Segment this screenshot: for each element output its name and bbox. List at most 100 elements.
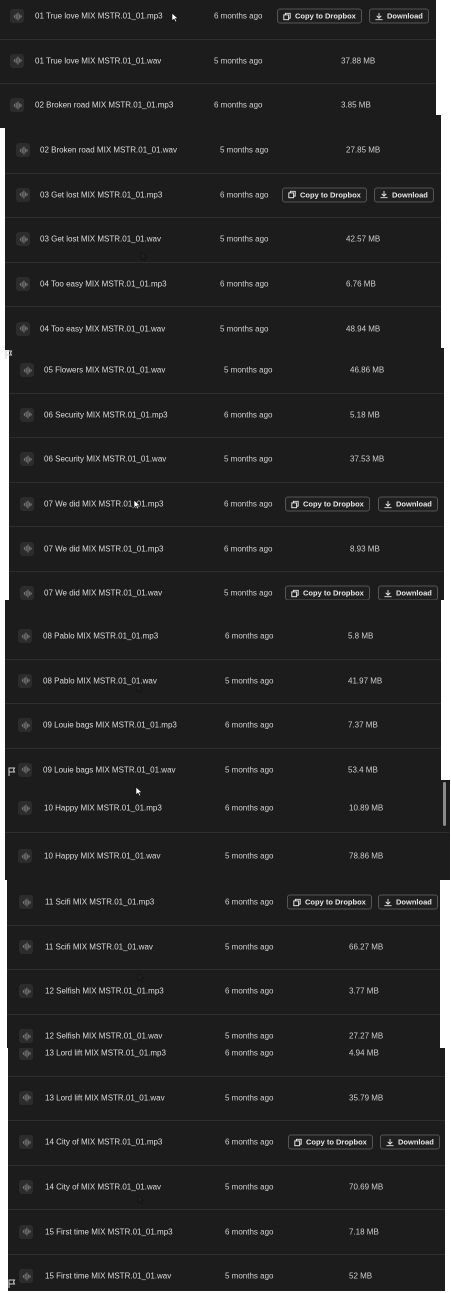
- file-name[interactable]: 13 Lord lift MIX MSTR.01_01.mp3: [45, 1049, 166, 1058]
- file-size: 48.94 MB: [346, 324, 381, 334]
- file-size: 53.4 MB: [348, 765, 378, 775]
- file-row[interactable]: 13 Lord lift MIX MSTR.01_01.wav 5 months …: [8, 1076, 445, 1122]
- file-name[interactable]: 07 We did MIX MSTR.01_01.wav: [44, 589, 162, 598]
- file-row[interactable]: 05 Flowers MIX MSTR.01_01.wav 5 months ag…: [9, 348, 444, 394]
- file-modified: 5 months ago: [225, 676, 274, 686]
- mouse-cursor-icon: [137, 970, 145, 983]
- audio-waveform-icon: [10, 9, 24, 24]
- file-row[interactable]: 06 Security MIX MSTR.01_01.mp3 6 months a…: [9, 393, 444, 439]
- copy-to-dropbox-label: Copy to Dropbox: [300, 190, 361, 200]
- copy-to-dropbox-button[interactable]: Copy to Dropbox: [277, 8, 362, 24]
- file-row[interactable]: 14 City of MIX MSTR.01_01.mp3 6 months ag…: [8, 1120, 445, 1166]
- file-name[interactable]: 14 City of MIX MSTR.01_01.mp3: [45, 1138, 162, 1147]
- file-size: 10.89 MB: [349, 803, 384, 813]
- file-name[interactable]: 02 Broken road MIX MSTR.01_01.wav: [40, 146, 177, 155]
- audio-waveform-icon: [18, 801, 32, 815]
- download-icon: [386, 1138, 398, 1147]
- download-button[interactable]: Download: [380, 1134, 440, 1150]
- file-name[interactable]: 09 Louie bags MIX MSTR.01_01.wav: [43, 765, 176, 774]
- copy-to-dropbox-button[interactable]: Copy to Dropbox: [282, 187, 367, 203]
- file-size: 7.37 MB: [348, 720, 378, 730]
- file-row[interactable]: 01 True love MIX MSTR.01_01.mp3 6 months …: [0, 0, 436, 40]
- download-button[interactable]: Download: [378, 894, 438, 910]
- file-row[interactable]: 07 We did MIX MSTR.01_01.mp3 6 months ago…: [9, 482, 444, 528]
- audio-waveform-icon: [19, 1090, 33, 1105]
- file-name[interactable]: 09 Louie bags MIX MSTR.01_01.mp3: [43, 721, 177, 730]
- download-button[interactable]: Download: [369, 8, 429, 24]
- file-name[interactable]: 10 Happy MIX MSTR.01_01.wav: [44, 852, 161, 861]
- file-name[interactable]: 03 Get lost MIX MSTR.01_01.mp3: [40, 190, 162, 199]
- file-list-panel: 11 Scifi MIX MSTR.01_01.mp3 6 months ago C…: [7, 880, 440, 1048]
- flag-icon: [5, 346, 13, 359]
- download-button[interactable]: Download: [374, 187, 434, 203]
- file-row[interactable]: 14 City of MIX MSTR.01_01.wav 5 months ag…: [8, 1165, 445, 1211]
- file-row[interactable]: 11 Scifi MIX MSTR.01_01.mp3 6 months ago C…: [7, 880, 440, 926]
- file-name[interactable]: 01 True love MIX MSTR.01_01.mp3: [35, 12, 163, 21]
- file-row[interactable]: 15 First time MIX MSTR.01_01.mp3 6 months…: [8, 1209, 445, 1255]
- file-name[interactable]: 04 Too easy MIX MSTR.01_01.wav: [40, 324, 165, 333]
- file-row[interactable]: 07 We did MIX MSTR.01_01.wav 5 months ago…: [9, 571, 444, 600]
- file-row[interactable]: 01 True love MIX MSTR.01_01.wav 5 months …: [0, 39, 436, 84]
- file-row[interactable]: 08 Pablo MIX MSTR.01_01.mp3 6 months ago 5…: [5, 614, 441, 660]
- copy-icon: [291, 589, 303, 597]
- file-row[interactable]: 10 Happy MIX MSTR.01_01.mp3 6 months ago 1…: [5, 784, 450, 833]
- file-modified: 6 months ago: [225, 631, 274, 641]
- file-row[interactable]: 07 We did MIX MSTR.01_01.mp3 6 months ago…: [9, 526, 444, 572]
- file-modified: 5 months ago: [224, 365, 273, 375]
- file-name[interactable]: 11 Scifi MIX MSTR.01_01.wav: [45, 942, 153, 951]
- file-name[interactable]: 05 Flowers MIX MSTR.01_01.wav: [44, 366, 165, 375]
- file-row[interactable]: 12 Selfish MIX MSTR.01_01.wav 5 months ag…: [7, 1014, 440, 1048]
- file-row[interactable]: 13 Lord lift MIX MSTR.01_01.mp3 6 months …: [8, 1048, 445, 1077]
- audio-waveform-icon: [20, 586, 34, 600]
- scrollbar-thumb[interactable]: [443, 782, 446, 826]
- audio-waveform-icon: [19, 1180, 33, 1195]
- file-modified: 5 months ago: [225, 1093, 274, 1103]
- file-row[interactable]: 06 Security MIX MSTR.01_01.wav 5 months a…: [9, 437, 444, 483]
- file-modified: 5 months ago: [224, 588, 273, 598]
- file-row[interactable]: 12 Selfish MIX MSTR.01_01.mp3 6 months ag…: [7, 969, 440, 1015]
- download-button[interactable]: Download: [378, 496, 438, 512]
- file-name[interactable]: 01 True love MIX MSTR.01_01.wav: [35, 56, 161, 65]
- copy-to-dropbox-button[interactable]: Copy to Dropbox: [287, 894, 372, 910]
- file-row[interactable]: 11 Scifi MIX MSTR.01_01.wav 5 months ago 6…: [7, 925, 440, 971]
- file-name[interactable]: 08 Pablo MIX MSTR.01_01.mp3: [43, 632, 158, 641]
- file-name[interactable]: 06 Security MIX MSTR.01_01.mp3: [44, 410, 168, 419]
- file-name[interactable]: 14 City of MIX MSTR.01_01.wav: [45, 1183, 161, 1192]
- file-name[interactable]: 03 Get lost MIX MSTR.01_01.wav: [40, 235, 161, 244]
- mouse-cursor-icon: [171, 10, 179, 23]
- file-modified: 6 months ago: [225, 803, 274, 813]
- file-row[interactable]: 15 First time MIX MSTR.01_01.wav 5 months…: [8, 1254, 445, 1291]
- file-row[interactable]: 10 Happy MIX MSTR.01_01.wav 5 months ago 7…: [5, 832, 450, 880]
- file-name[interactable]: 12 Selfish MIX MSTR.01_01.mp3: [45, 987, 164, 996]
- file-size: 27.27 MB: [349, 1031, 384, 1041]
- file-name[interactable]: 07 We did MIX MSTR.01_01.mp3: [44, 500, 163, 509]
- file-name[interactable]: 15 First time MIX MSTR.01_01.wav: [45, 1272, 171, 1281]
- file-row[interactable]: 09 Louie bags MIX MSTR.01_01.mp3 6 months…: [5, 703, 441, 749]
- file-name[interactable]: 10 Happy MIX MSTR.01_01.mp3: [44, 804, 162, 813]
- file-size: 27.85 MB: [346, 145, 381, 155]
- file-name[interactable]: 12 Selfish MIX MSTR.01_01.wav: [45, 1032, 162, 1041]
- file-name[interactable]: 04 Too easy MIX MSTR.01_01.mp3: [40, 280, 167, 289]
- file-row[interactable]: 02 Broken road MIX MSTR.01_01.wav 5 month…: [5, 128, 441, 174]
- file-name[interactable]: 06 Security MIX MSTR.01_01.wav: [44, 455, 166, 464]
- copy-to-dropbox-button[interactable]: Copy to Dropbox: [288, 1134, 373, 1150]
- file-row[interactable]: 04 Too easy MIX MSTR.01_01.mp3 6 months a…: [5, 262, 441, 308]
- file-size: 78.86 MB: [349, 851, 384, 861]
- file-name[interactable]: 15 First time MIX MSTR.01_01.mp3: [45, 1227, 173, 1236]
- file-row[interactable]: 08 Pablo MIX MSTR.01_01.wav 5 months ago 4…: [5, 659, 441, 704]
- file-row[interactable]: 04 Too easy MIX MSTR.01_01.wav 5 months a…: [5, 306, 441, 350]
- file-modified: 6 months ago: [224, 544, 273, 554]
- audio-waveform-icon: [18, 673, 32, 688]
- file-name[interactable]: 11 Scifi MIX MSTR.01_01.mp3: [45, 898, 154, 907]
- download-button[interactable]: Download: [378, 585, 438, 600]
- audio-waveform-icon: [20, 497, 34, 512]
- file-name[interactable]: 02 Broken road MIX MSTR.01_01.mp3: [35, 101, 173, 110]
- file-row[interactable]: 09 Louie bags MIX MSTR.01_01.wav 5 months…: [5, 748, 441, 781]
- copy-to-dropbox-button[interactable]: Copy to Dropbox: [285, 496, 370, 512]
- file-name[interactable]: 07 We did MIX MSTR.01_01.mp3: [44, 544, 163, 553]
- copy-icon: [283, 12, 295, 20]
- file-row[interactable]: 03 Get lost MIX MSTR.01_01.mp3 6 months a…: [5, 173, 441, 219]
- file-name[interactable]: 13 Lord lift MIX MSTR.01_01.wav: [45, 1093, 165, 1102]
- copy-to-dropbox-button[interactable]: Copy to Dropbox: [285, 585, 370, 600]
- file-row[interactable]: 03 Get lost MIX MSTR.01_01.wav 5 months a…: [5, 217, 441, 263]
